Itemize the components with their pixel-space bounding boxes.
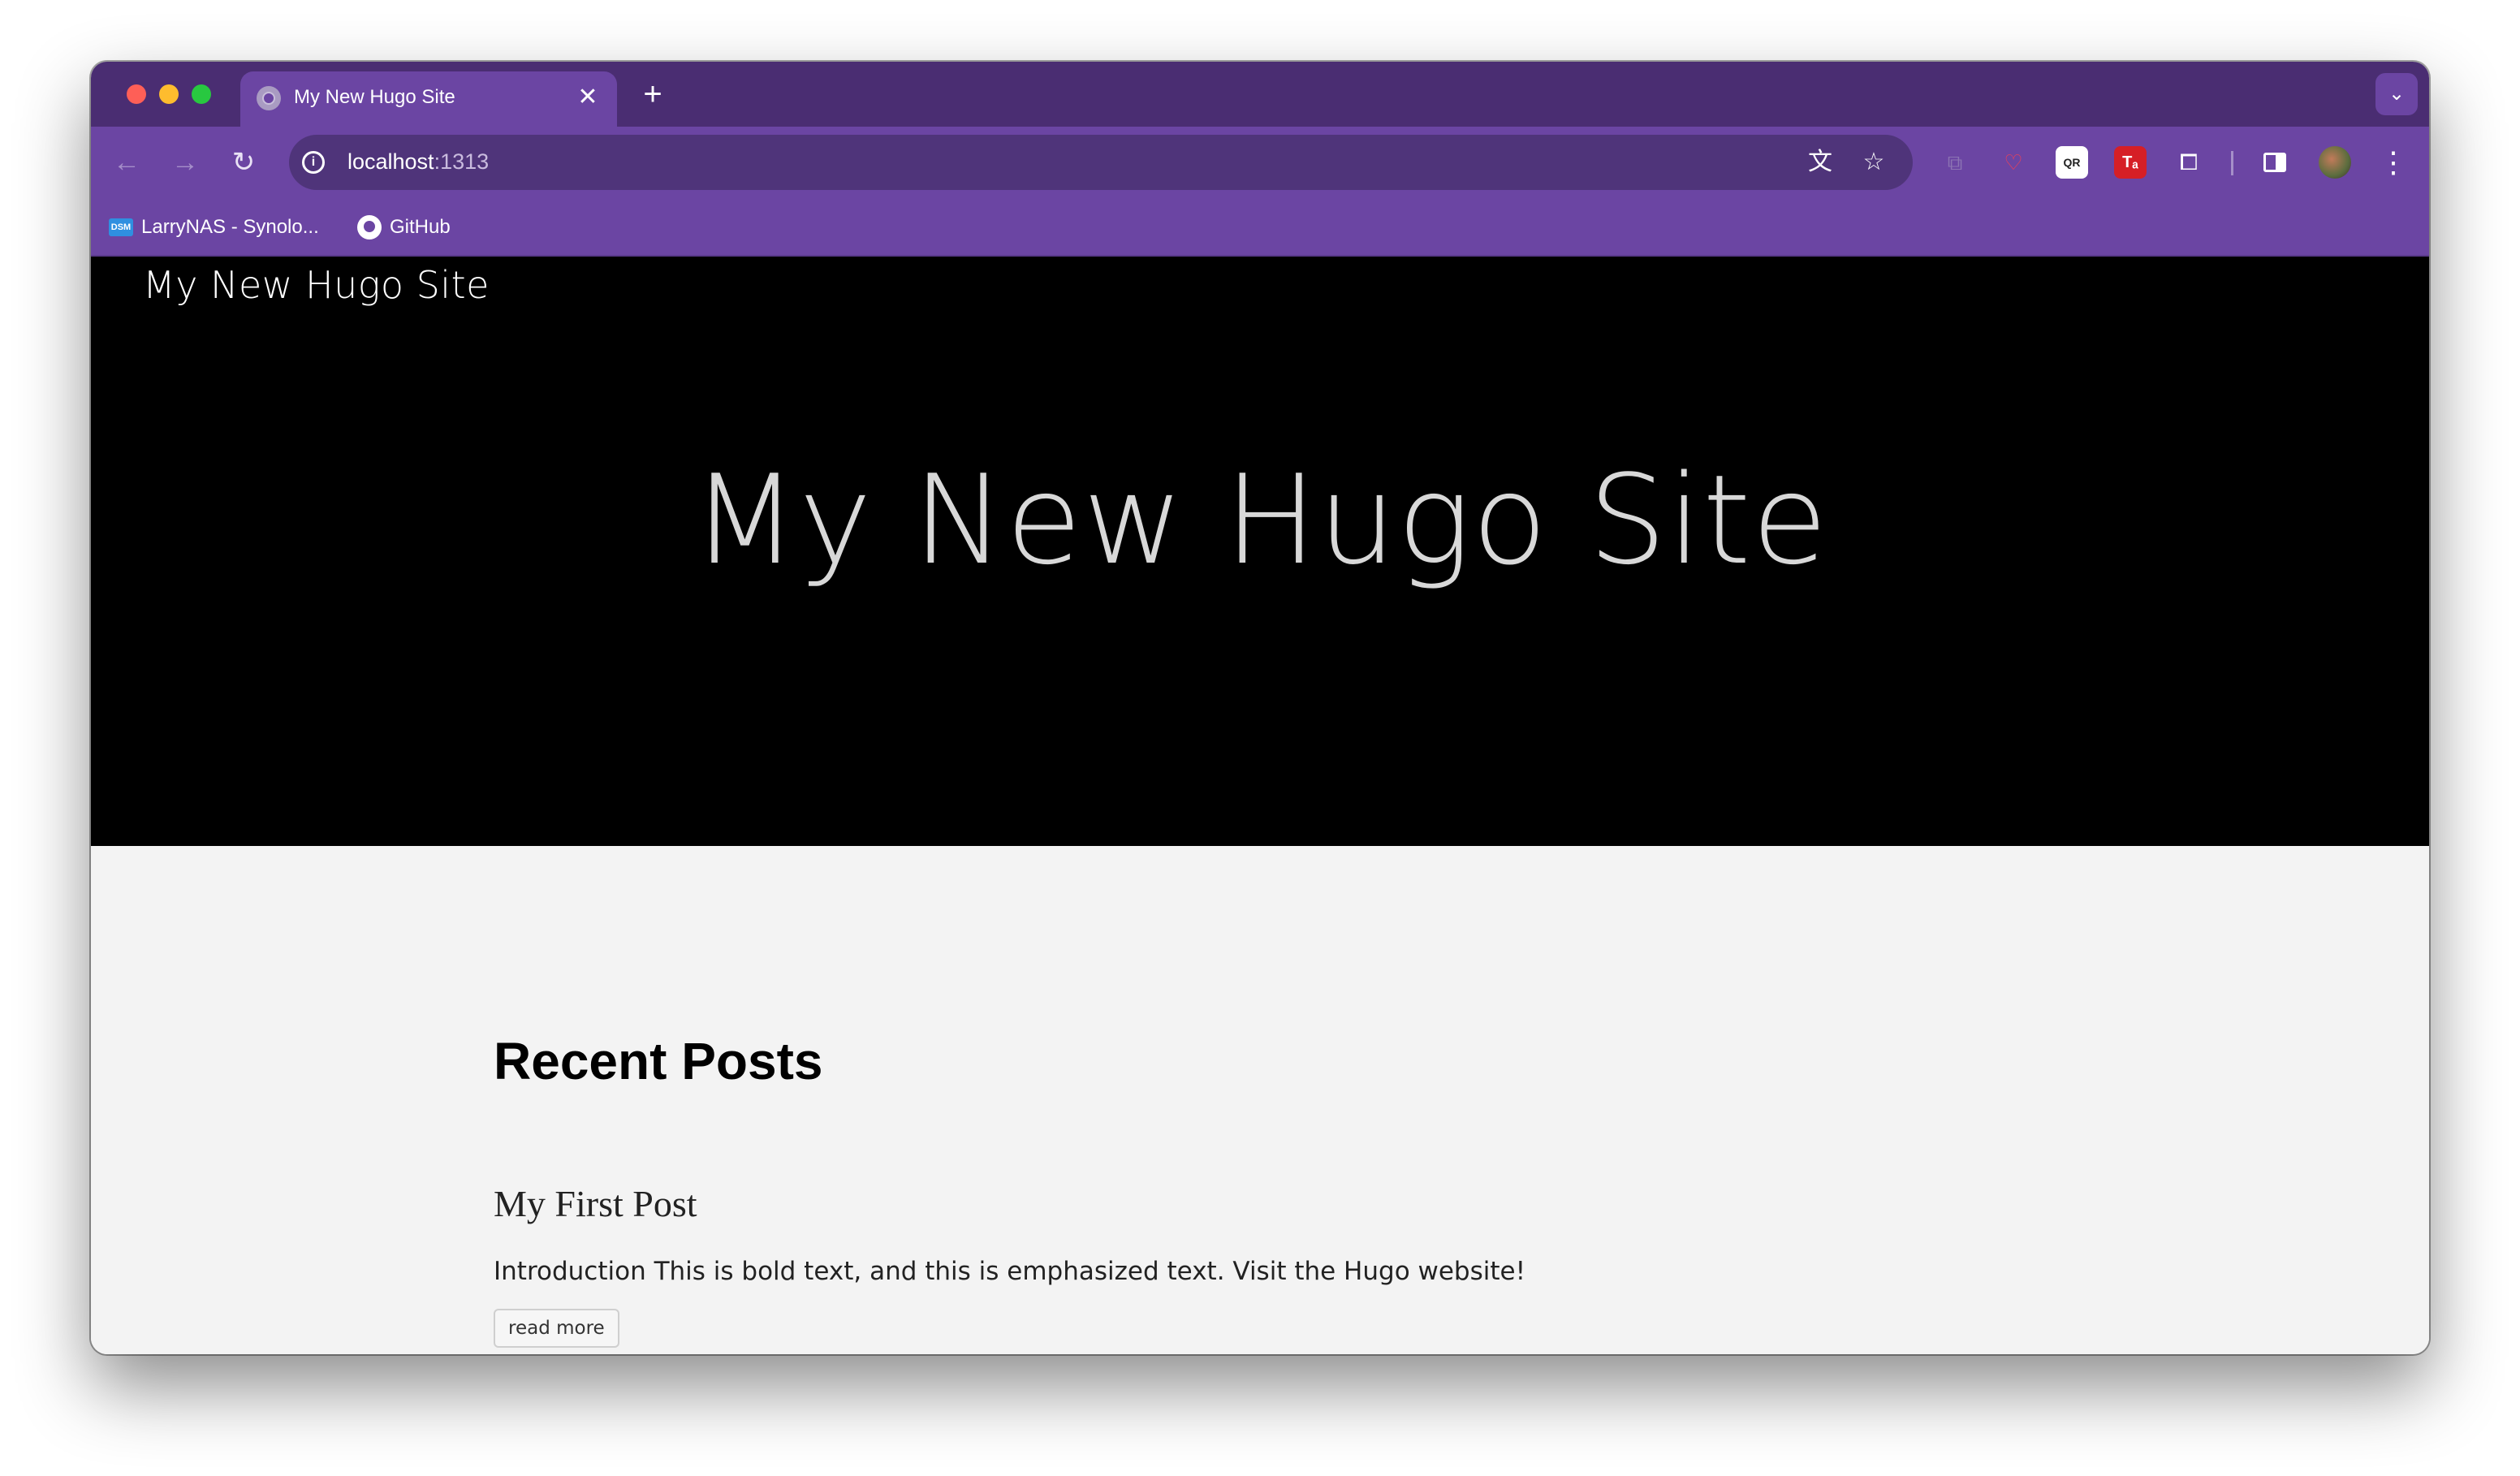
window-maximize-button[interactable] <box>192 84 211 104</box>
bookmark-label: GitHub <box>390 216 451 238</box>
bookmark-label: LarryNAS - Synolo... <box>141 216 319 238</box>
dsm-icon: DSM <box>109 218 133 236</box>
bookmark-larrynas[interactable]: DSM LarryNAS - Synolo... <box>109 213 319 242</box>
site-info-icon[interactable]: i <box>302 151 325 174</box>
url-port: :1313 <box>434 149 490 174</box>
copy-icon[interactable]: ⧉ <box>1939 146 1971 179</box>
address-bar[interactable]: i localhost:1313 文 ☆ <box>289 135 1913 190</box>
translate-icon[interactable]: 文 <box>1806 148 1835 177</box>
tab-my-new-hugo-site[interactable]: My New Hugo Site ✕ <box>240 71 617 127</box>
pocket-icon[interactable]: ♡ <box>1997 146 2030 179</box>
reload-icon[interactable]: ↻ <box>224 143 263 182</box>
post-summary: Introduction This is bold text, and this… <box>494 1257 1526 1286</box>
profile-avatar[interactable] <box>2319 146 2351 179</box>
window-close-button[interactable] <box>127 84 146 104</box>
bookmark-github[interactable]: GitHub <box>357 213 451 242</box>
tab-close-icon[interactable]: ✕ <box>573 83 602 112</box>
qr-code-icon[interactable]: QR <box>2056 146 2088 179</box>
bookmarks-bar: DSM LarryNAS - Synolo... GitHub <box>91 198 2429 257</box>
bookmark-star-icon[interactable]: ☆ <box>1859 148 1888 177</box>
side-panel-icon[interactable] <box>2259 146 2291 179</box>
post-title-link[interactable]: My First Post <box>494 1182 697 1225</box>
hero-title: My New Hugo Site <box>691 448 1829 592</box>
read-more-button[interactable]: read more <box>494 1309 619 1348</box>
toolbar-divider <box>2231 151 2233 175</box>
url-host: localhost <box>347 149 434 174</box>
url-text[interactable]: localhost:1313 <box>347 149 489 175</box>
browser-window: My New Hugo Site ✕ + ⌄ ← → ↻ i localhost… <box>91 62 2429 1354</box>
puzzle-icon[interactable]: ⧠ <box>2173 146 2205 179</box>
forward-arrow-icon[interactable]: → <box>166 143 205 182</box>
side-panel-shape <box>2263 153 2286 172</box>
hero-banner: My New Hugo Site My New Hugo Site <box>91 257 2429 846</box>
github-icon <box>357 215 382 240</box>
site-brand-link[interactable]: My New Hugo Site <box>143 263 490 307</box>
tab-search-button[interactable]: ⌄ <box>2375 73 2418 115</box>
kebab-menu-icon[interactable]: ⋮ <box>2377 143 2410 182</box>
back-arrow-icon[interactable]: ← <box>107 143 146 182</box>
window-minimize-button[interactable] <box>159 84 179 104</box>
new-tab-button[interactable]: + <box>635 76 671 112</box>
recent-posts-heading: Recent Posts <box>494 1032 823 1090</box>
browser-toolbar: ← → ↻ i localhost:1313 文 ☆ ⧉ ♡ QR Tₐ ⧠ ⋮ <box>91 127 2429 198</box>
web-page: My New Hugo Site My New Hugo Site Recent… <box>91 257 2429 1354</box>
tab-title: My New Hugo Site <box>294 86 455 108</box>
globe-icon <box>257 86 281 110</box>
ta-extension-icon[interactable]: Tₐ <box>2114 146 2147 179</box>
tab-strip: My New Hugo Site ✕ + ⌄ <box>91 62 2429 127</box>
